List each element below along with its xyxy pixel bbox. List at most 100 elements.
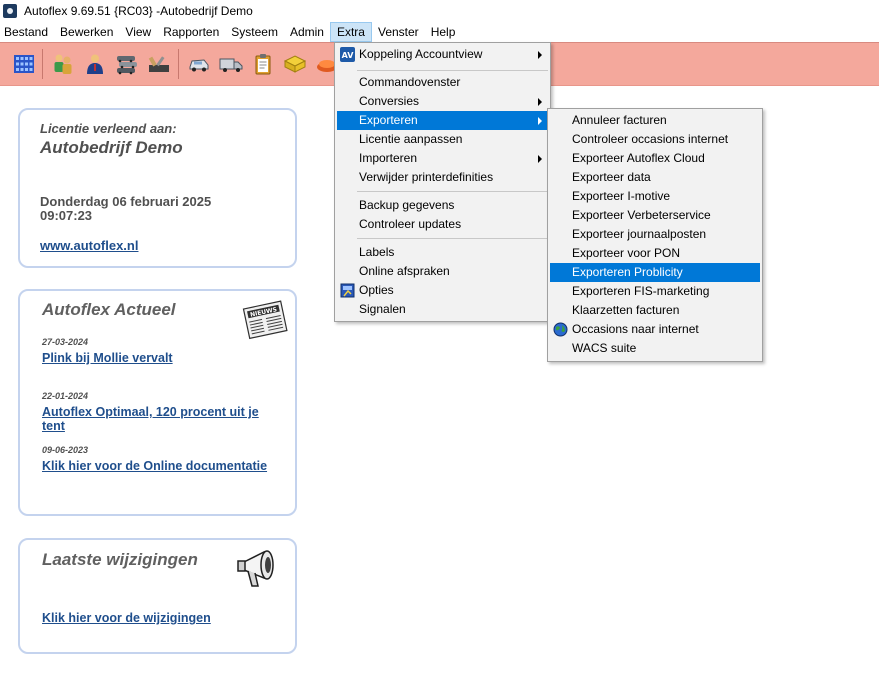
menu-item-wacs-suite[interactable]: WACS suite: [550, 339, 760, 358]
menu-item-label: Exporteer data: [572, 170, 651, 184]
changes-link[interactable]: Klik hier voor de wijzigingen: [42, 611, 211, 625]
menu-item-label: Conversies: [359, 94, 420, 108]
menu-item-label: Controleer occasions internet: [572, 132, 729, 146]
menu-item-label: Exporteren Problicity: [572, 265, 683, 279]
menu-item-exporteren-fis-marketing[interactable]: Exporteren FIS-marketing: [550, 282, 760, 301]
export-submenu: Annuleer facturen Controleer occasions i…: [547, 108, 763, 362]
megaphone-icon: [237, 550, 274, 587]
news-link[interactable]: Autoflex Optimaal, 120 procent uit je te…: [42, 405, 282, 433]
menu-item-controleer-occasions-internet[interactable]: Controleer occasions internet: [550, 130, 760, 149]
person-icon: [87, 54, 103, 74]
menu-item-exporteer-voor-pon[interactable]: Exporteer voor PON: [550, 244, 760, 263]
clipboard-icon: [255, 54, 271, 75]
people-button[interactable]: [49, 50, 77, 78]
menu-systeem[interactable]: Systeem: [225, 22, 284, 42]
menu-item-koppeling-accountview[interactable]: AV Koppeling Accountview: [337, 45, 548, 64]
menu-item-label: Controleer updates: [359, 217, 462, 231]
accountview-icon: AV: [340, 47, 355, 62]
menu-item-labels[interactable]: Labels: [337, 243, 548, 262]
license-card: Licentie verleend aan: Autobedrijf Demo …: [18, 108, 297, 268]
people-icon: [54, 54, 72, 74]
changes-title: Laatste wijzigingen: [42, 550, 198, 569]
menu-extra[interactable]: Extra: [329, 22, 372, 42]
menu-rapporten[interactable]: Rapporten: [157, 22, 225, 42]
menu-item-backup-gegevens[interactable]: Backup gegevens: [337, 196, 548, 215]
settings-icon: [340, 283, 355, 298]
menu-item-label: Koppeling Accountview: [359, 47, 483, 61]
menu-item-label: Signalen: [359, 302, 406, 316]
newspaper-icon: NIEUWS: [242, 300, 288, 340]
menu-item-conversies[interactable]: Conversies: [337, 92, 548, 111]
submenu-arrow-icon: [538, 155, 542, 163]
app-icon: [3, 4, 17, 18]
news-link[interactable]: Klik hier voor de Online documentatie: [42, 459, 282, 473]
menu-item-exporteer-data[interactable]: Exporteer data: [550, 168, 760, 187]
menu-item-online-afspraken[interactable]: Online afspraken: [337, 262, 548, 281]
menu-item-annuleer-facturen[interactable]: Annuleer facturen: [550, 111, 760, 130]
grid-button[interactable]: [10, 50, 38, 78]
license-label: Licentie verleend aan:: [40, 121, 177, 136]
extra-menu: AV Koppeling Accountview Commandovenster…: [334, 42, 551, 322]
menu-item-label: Klaarzetten facturen: [572, 303, 680, 317]
menu-help[interactable]: Help: [425, 22, 462, 42]
folder-icon: [283, 55, 307, 73]
menu-item-label: Exporteer voor PON: [572, 246, 681, 260]
menu-item-signalen[interactable]: Signalen: [337, 300, 548, 319]
car-icon: [189, 59, 209, 72]
changes-card: Laatste wijzigingen Klik hier voor de wi…: [18, 538, 297, 654]
menu-item-label: Exporteer Autoflex Cloud: [572, 151, 705, 165]
menu-item-label: Exporteren: [359, 113, 418, 127]
menu-item-label: Annuleer facturen: [572, 113, 667, 127]
menu-item-label: Opties: [359, 283, 394, 297]
submenu-arrow-icon: [538, 117, 542, 125]
svg-text:AV: AV: [342, 51, 355, 60]
menu-item-exporteer-verbeterservice[interactable]: Exporteer Verbeterservice: [550, 206, 760, 225]
menu-item-controleer-updates[interactable]: Controleer updates: [337, 215, 548, 234]
website-link[interactable]: www.autoflex.nl: [40, 238, 138, 253]
cars-icon: [117, 56, 137, 75]
tools-icon: [148, 56, 169, 72]
menu-item-label: Commandovenster: [359, 75, 461, 89]
menu-bar: Bestand Bewerken View Rapporten Systeem …: [0, 22, 879, 42]
cars-button[interactable]: [113, 50, 141, 78]
news-date: 09-06-2023: [42, 445, 89, 455]
grid-icon: [14, 55, 34, 73]
license-holder: Autobedrijf Demo: [40, 138, 183, 157]
menu-item-label: Importeren: [359, 151, 418, 165]
menu-admin[interactable]: Admin: [284, 22, 330, 42]
menu-item-exporteer-i-motive[interactable]: Exporteer I-motive: [550, 187, 760, 206]
menu-item-label: Backup gegevens: [359, 198, 455, 212]
menu-item-exporteren[interactable]: Exporteren: [337, 111, 548, 130]
folder-button[interactable]: [281, 50, 309, 78]
menu-item-exporteer-autoflex-cloud[interactable]: Exporteer Autoflex Cloud: [550, 149, 760, 168]
submenu-arrow-icon: [538, 98, 542, 106]
menu-bewerken[interactable]: Bewerken: [54, 22, 119, 42]
menu-item-label: Exporteer Verbeterservice: [572, 208, 711, 222]
menu-item-importeren[interactable]: Importeren: [337, 149, 548, 168]
menu-item-occasions-naar-internet[interactable]: Occasions naar internet: [550, 320, 760, 339]
menu-item-label: Licentie aanpassen: [359, 132, 463, 146]
title-bar: Autoflex 9.69.51 {RC03} -Autobedrijf Dem…: [0, 0, 879, 22]
menu-bestand[interactable]: Bestand: [0, 22, 54, 42]
truck-icon: [219, 58, 243, 72]
current-datetime: Donderdag 06 februari 2025 09:07:23: [40, 195, 280, 223]
menu-item-licentie-aanpassen[interactable]: Licentie aanpassen: [337, 130, 548, 149]
news-card: Autoflex Actueel NIEUWS 27-03-2024 Plink…: [18, 289, 297, 516]
news-title: Autoflex Actueel: [42, 300, 176, 319]
menu-item-verwijder-printerdefinities[interactable]: Verwijder printerdefinities: [337, 168, 548, 187]
menu-item-exporteer-journaalposten[interactable]: Exporteer journaalposten: [550, 225, 760, 244]
clipboard-button[interactable]: [249, 50, 277, 78]
menu-item-commandovenster[interactable]: Commandovenster: [337, 73, 548, 92]
menu-view[interactable]: View: [119, 22, 157, 42]
truck-button[interactable]: [217, 50, 245, 78]
menu-item-label: Occasions naar internet: [572, 322, 699, 336]
globe-icon: [553, 322, 568, 337]
tools-button[interactable]: [145, 50, 173, 78]
person-button[interactable]: [81, 50, 109, 78]
menu-item-opties[interactable]: Opties: [337, 281, 548, 300]
menu-item-exporteren-problicity[interactable]: Exporteren Problicity: [550, 263, 760, 282]
news-link[interactable]: Plink bij Mollie vervalt: [42, 351, 282, 365]
menu-item-klaarzetten-facturen[interactable]: Klaarzetten facturen: [550, 301, 760, 320]
menu-venster[interactable]: Venster: [372, 22, 425, 42]
car-button[interactable]: [185, 50, 213, 78]
